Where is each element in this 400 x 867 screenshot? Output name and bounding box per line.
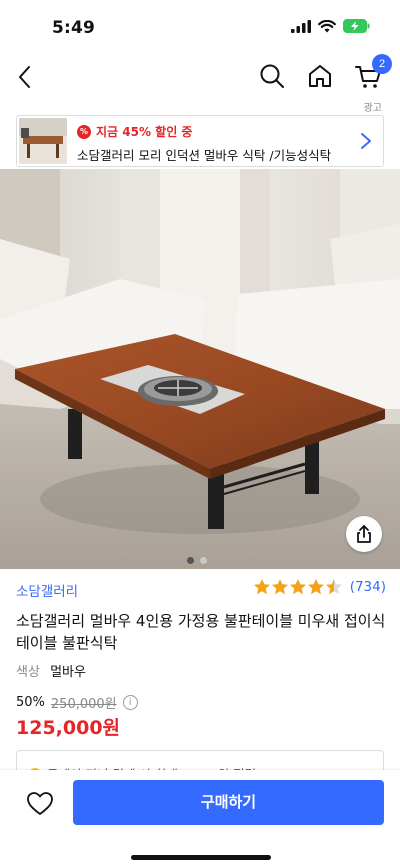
ad-product-name: 소담갤러리 모리 인덕션 멀바우 식탁 /기능성식탁 <box>77 148 332 163</box>
bottom-action-bar: 구매하기 <box>0 770 400 867</box>
status-bar: 5:49 <box>0 0 400 52</box>
ad-discount-text: 지금 45% 할인 중 <box>96 125 193 139</box>
option-selector[interactable]: 색상 멀바우 <box>16 661 86 680</box>
cart-count-badge: 2 <box>372 54 392 74</box>
product-image-gallery[interactable] <box>0 169 400 569</box>
star-rating-icon <box>253 579 342 595</box>
info-icon[interactable]: i <box>122 695 138 710</box>
share-icon <box>357 525 371 543</box>
gallery-pagination <box>187 557 207 564</box>
search-icon <box>260 64 284 88</box>
top-nav-bar: 2 <box>0 52 400 102</box>
cart-button[interactable]: 2 <box>354 54 392 90</box>
back-button[interactable] <box>12 62 40 92</box>
product-photo <box>0 169 400 569</box>
gallery-dot <box>200 557 207 564</box>
wifi-icon <box>318 19 336 32</box>
discount-percent: 50% <box>16 695 45 710</box>
product-title: 소담갤러리 멀바우 4인용 가정용 불판테이블 미우새 접이식테이블 불판식탁 <box>16 612 386 652</box>
signal-icon <box>291 19 311 33</box>
ad-banner[interactable]: % 지금 45% 할인 중 소담갤러리 모리 인덕션 멀바우 식탁 /기능성식탁 <box>16 115 384 167</box>
home-indicator <box>131 855 271 860</box>
heart-icon <box>27 792 53 815</box>
ad-thumbnail <box>19 118 67 164</box>
sale-price: 125,000원 <box>16 717 121 739</box>
home-button[interactable] <box>306 62 334 90</box>
status-time: 5:49 <box>52 18 96 38</box>
original-price: 250,000원 <box>50 697 117 712</box>
review-count: (734) <box>349 579 386 595</box>
percent-icon: % <box>77 124 91 139</box>
status-icons <box>291 19 370 33</box>
buy-button[interactable]: 구매하기 <box>73 780 384 825</box>
option-value: 멀바우 <box>50 665 86 680</box>
option-label: 색상 <box>16 665 40 680</box>
wishlist-button[interactable] <box>26 790 54 818</box>
ad-discount-line: % 지금 45% 할인 중 <box>77 123 192 140</box>
home-icon <box>309 65 331 87</box>
discount-row: 50% 250,000원 i <box>16 693 138 712</box>
gallery-dot-active <box>187 557 194 564</box>
search-button[interactable] <box>258 62 286 90</box>
back-chevron-icon <box>19 66 30 88</box>
product-detail-screen: 5:49 2 광고 % 지금 45% 할인 중 소담갤러리 모리 인덕션 멀바우… <box>0 0 400 867</box>
rating-summary[interactable]: (734) <box>253 578 386 596</box>
battery-charging-icon <box>343 19 370 33</box>
ad-label: 광고 <box>363 103 382 114</box>
share-button[interactable] <box>346 516 382 552</box>
chevron-right-icon <box>361 133 371 149</box>
seller-link[interactable]: 소담갤러리 <box>16 580 78 600</box>
